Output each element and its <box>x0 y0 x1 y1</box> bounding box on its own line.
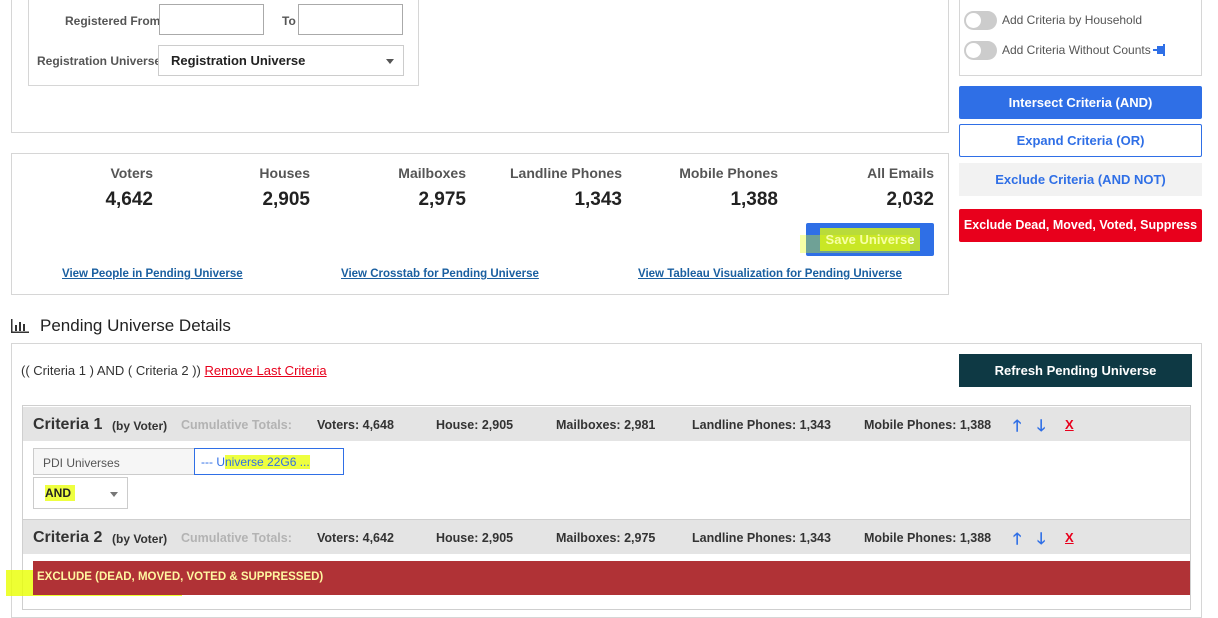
stat-mailboxes-label: Mailboxes <box>398 165 466 181</box>
universe-field[interactable]: --- Universe 22G6 ... <box>194 448 344 475</box>
view-people-link[interactable]: View People in Pending Universe <box>62 268 243 280</box>
expand-criteria-button[interactable]: Expand Criteria (OR) <box>959 124 1202 157</box>
pending-universe-title: Pending Universe Details <box>40 316 231 335</box>
stat-houses-value: 2,905 <box>262 189 310 210</box>
pin-icon[interactable] <box>1153 44 1169 56</box>
stat-mobile-value: 1,388 <box>730 189 778 210</box>
exclude-criteria-button[interactable]: Exclude Criteria (AND NOT) <box>959 163 1202 196</box>
criteria-expression: (( Criteria 1 ) AND ( Criteria 2 )) Remo… <box>21 363 327 378</box>
criteria-1-cumulative-label: Cumulative Totals: <box>181 418 292 432</box>
criteria-1-mobile: Mobile Phones: 1,388 <box>864 418 992 432</box>
criteria-2-landline: Landline Phones: 1,343 <box>692 531 831 545</box>
criteria-2-title: Criteria 2 <box>33 529 103 546</box>
exclude-dead-button[interactable]: Exclude Dead, Moved, Voted, Suppress <box>959 209 1202 242</box>
criteria-1-by: (by Voter) <box>112 419 168 433</box>
criteria-1-voters: Voters: 4,648 <box>317 418 394 432</box>
criteria-1-title: Criteria 1 <box>33 416 103 433</box>
stat-emails-value: 2,032 <box>886 189 934 210</box>
registered-from-input[interactable] <box>159 4 264 35</box>
criteria-1-house: House: 2,905 <box>436 418 514 432</box>
highlight-mark <box>800 235 910 253</box>
intersect-criteria-button[interactable]: Intersect Criteria (AND) <box>959 86 1202 119</box>
household-toggle[interactable] <box>964 11 997 30</box>
bar-chart-icon <box>11 319 29 333</box>
criteria-operator-value: AND <box>45 485 75 501</box>
to-label: To <box>282 14 296 28</box>
criteria-2-house: House: 2,905 <box>436 531 514 545</box>
household-toggle-label: Add Criteria by Household <box>1002 13 1143 27</box>
criteria-expression-text: (( Criteria 1 ) AND ( Criteria 2 )) <box>21 363 201 378</box>
universe-field-prefix: --- U <box>201 455 225 469</box>
stat-voters-value: 4,642 <box>105 189 153 210</box>
criteria-2-mailboxes: Mailboxes: 2,975 <box>556 531 656 545</box>
criteria-1-mailboxes: Mailboxes: 2,981 <box>556 418 656 432</box>
registered-to-input[interactable] <box>298 4 403 35</box>
move-up-icon[interactable]: 🡑 <box>1013 528 1021 555</box>
stat-emails-label: All Emails <box>867 165 934 181</box>
move-up-icon[interactable]: 🡑 <box>1013 415 1021 442</box>
registered-from-label: Registered From <box>65 14 161 28</box>
stat-houses-label: Houses <box>259 165 310 181</box>
remove-criteria-1-button[interactable]: X <box>1065 417 1074 432</box>
refresh-pending-universe-button[interactable]: Refresh Pending Universe <box>959 354 1192 387</box>
stat-landline-label: Landline Phones <box>509 165 622 181</box>
without-counts-toggle[interactable] <box>964 41 997 60</box>
chevron-down-icon <box>386 59 394 64</box>
criteria-2-mobile: Mobile Phones: 1,388 <box>864 531 992 545</box>
criteria-2-cumulative-label: Cumulative Totals: <box>181 531 292 545</box>
registration-universe-label: Registration Universe <box>37 54 162 68</box>
move-down-icon[interactable]: 🡓 <box>1037 528 1045 555</box>
stat-mobile-label: Mobile Phones <box>679 165 778 181</box>
universe-field-value: niverse 22G6 ... <box>225 455 310 469</box>
options-panel <box>959 0 1202 76</box>
registration-universe-value: Registration Universe <box>171 53 306 68</box>
view-crosstab-link[interactable]: View Crosstab for Pending Universe <box>341 268 539 280</box>
remove-criteria-2-button[interactable]: X <box>1065 530 1074 545</box>
without-counts-toggle-label: Add Criteria Without Counts <box>1002 43 1151 57</box>
chevron-down-icon <box>110 492 118 497</box>
stat-mailboxes-value: 2,975 <box>418 189 466 210</box>
criteria-1-landline: Landline Phones: 1,343 <box>692 418 831 432</box>
criteria-2-voters: Voters: 4,642 <box>317 531 394 545</box>
criteria-2-by: (by Voter) <box>112 532 168 546</box>
criteria-source-field[interactable]: PDI Universes <box>33 448 195 475</box>
move-down-icon[interactable]: 🡓 <box>1037 415 1045 442</box>
registration-universe-select[interactable]: Registration Universe <box>158 45 404 76</box>
exclude-bar-label: EXCLUDE (DEAD, MOVED, VOTED & SUPPRESSED… <box>37 571 324 583</box>
stat-voters-label: Voters <box>110 165 153 181</box>
stat-landline-value: 1,343 <box>574 189 622 210</box>
remove-last-criteria-link[interactable]: Remove Last Criteria <box>204 363 326 378</box>
exclude-dead-moved-bar: EXCLUDE (DEAD, MOVED, VOTED & SUPPRESSED… <box>33 561 1190 595</box>
view-tableau-link[interactable]: View Tableau Visualization for Pending U… <box>638 268 902 280</box>
criteria-operator-select[interactable]: AND <box>33 477 128 509</box>
